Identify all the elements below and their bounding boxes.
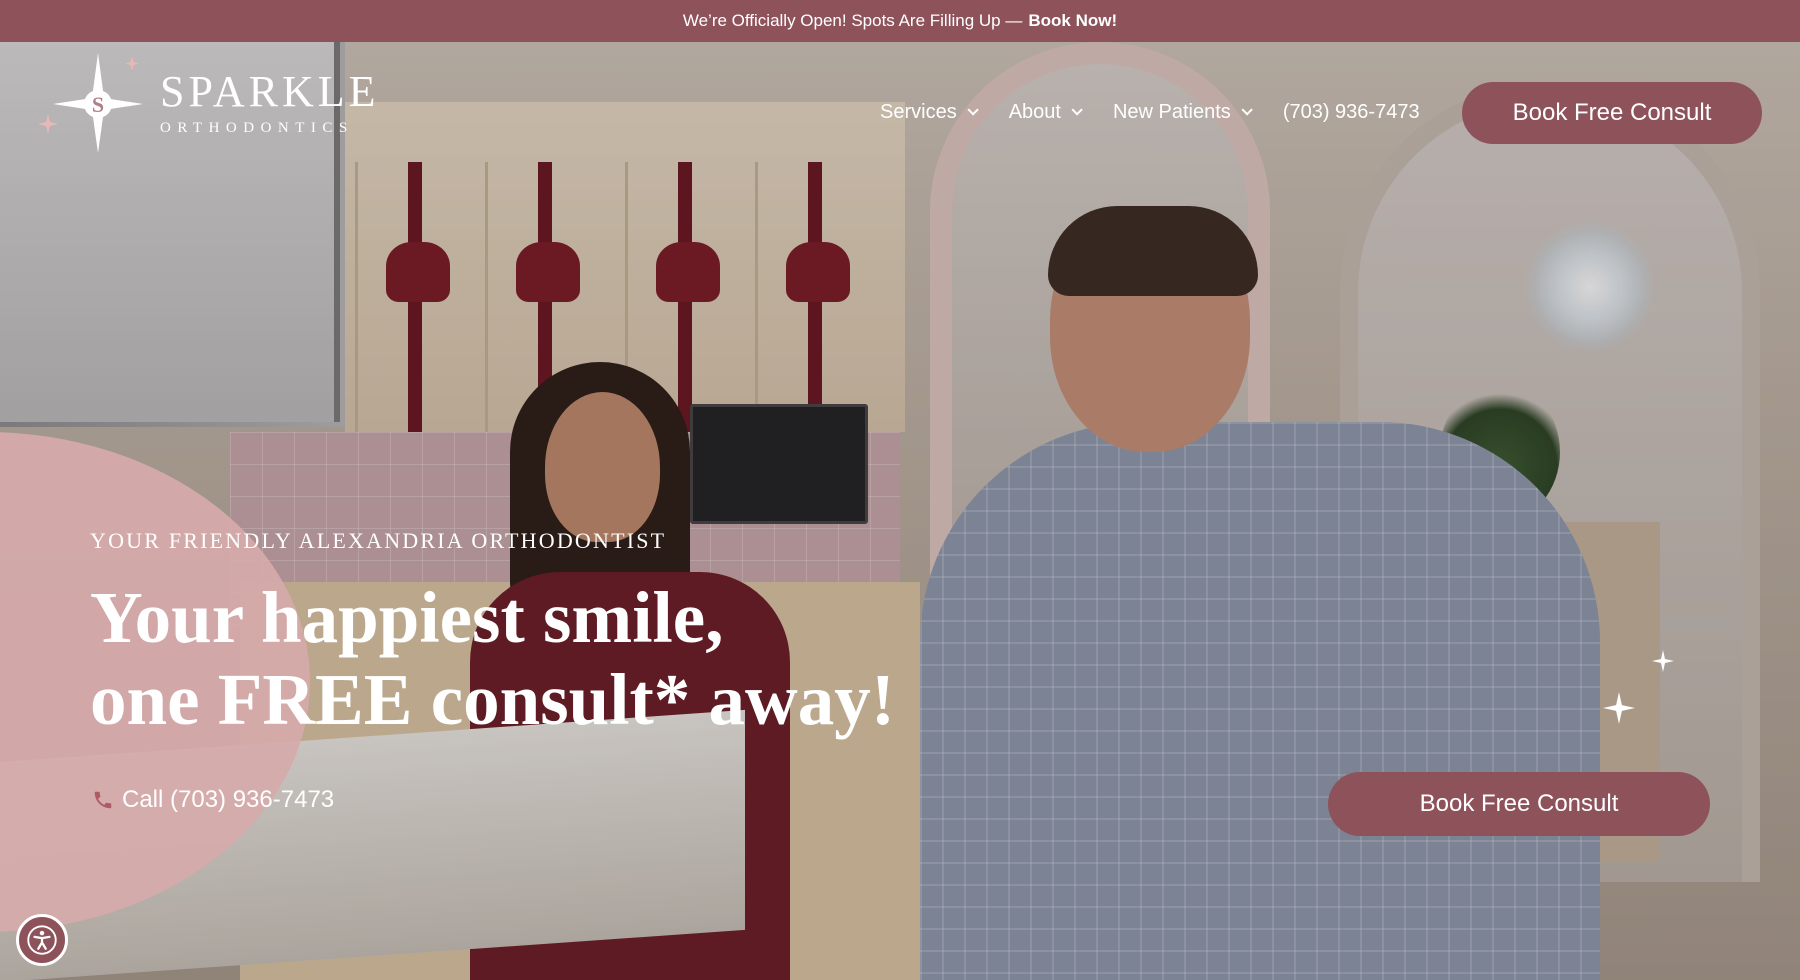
hero-section: YOUR FRIENDLY ALEXANDRIA ORTHODONTIST Yo…: [0, 42, 1800, 980]
chevron-down-icon: [967, 104, 979, 116]
logo[interactable]: S SPARKLE ORTHODONTICS: [38, 48, 380, 158]
hero-background-photo: [0, 42, 1800, 980]
hero-call-label: Call (703) 936-7473: [122, 786, 335, 813]
nav-item-services[interactable]: Services: [880, 100, 979, 124]
chevron-down-icon: [1071, 104, 1083, 116]
logo-name: SPARKLE: [160, 66, 380, 116]
phone-icon: [94, 791, 112, 809]
announcement-bar: We’re Officially Open! Spots Are Filling…: [0, 0, 1800, 42]
svg-text:S: S: [92, 92, 104, 117]
nav-item-label: New Patients: [1112, 100, 1231, 123]
hero-headline-line-1: Your happiest smile,: [90, 577, 724, 658]
hero-eyebrow: YOUR FRIENDLY ALEXANDRIA ORTHODONTIST: [90, 528, 667, 553]
nav-item-new-patients[interactable]: New Patients: [1112, 100, 1253, 124]
hero-call-link[interactable]: Call (703) 936-7473: [92, 786, 334, 814]
sparkle-star-icon: S: [38, 53, 143, 153]
main-nav: Services About New Patients (703) 936-74…: [880, 82, 1420, 142]
chevron-down-icon: [1241, 104, 1253, 116]
nav-phone-link[interactable]: (703) 936-7473: [1283, 101, 1420, 124]
header-book-consult-button[interactable]: Book Free Consult: [1462, 82, 1762, 144]
logo-subtitle: ORTHODONTICS: [160, 119, 354, 136]
accessibility-button[interactable]: [16, 914, 68, 966]
announcement-book-now-link[interactable]: Book Now!: [1028, 11, 1117, 31]
sparkle-icon: [1603, 692, 1635, 724]
hero-headline-line-2: one FREE consult* away!: [90, 659, 896, 740]
nav-item-label: Services: [880, 100, 957, 123]
nav-item-label: About: [1008, 100, 1061, 123]
hero-book-consult-button[interactable]: Book Free Consult: [1328, 772, 1710, 836]
nav-item-about[interactable]: About: [1008, 100, 1083, 124]
hero-headline: Your happiest smile, one FREE consult* a…: [90, 577, 990, 741]
announcement-text: We’re Officially Open! Spots Are Filling…: [682, 11, 1023, 30]
accessibility-icon: [27, 925, 57, 955]
sparkle-icon: [1652, 650, 1674, 672]
